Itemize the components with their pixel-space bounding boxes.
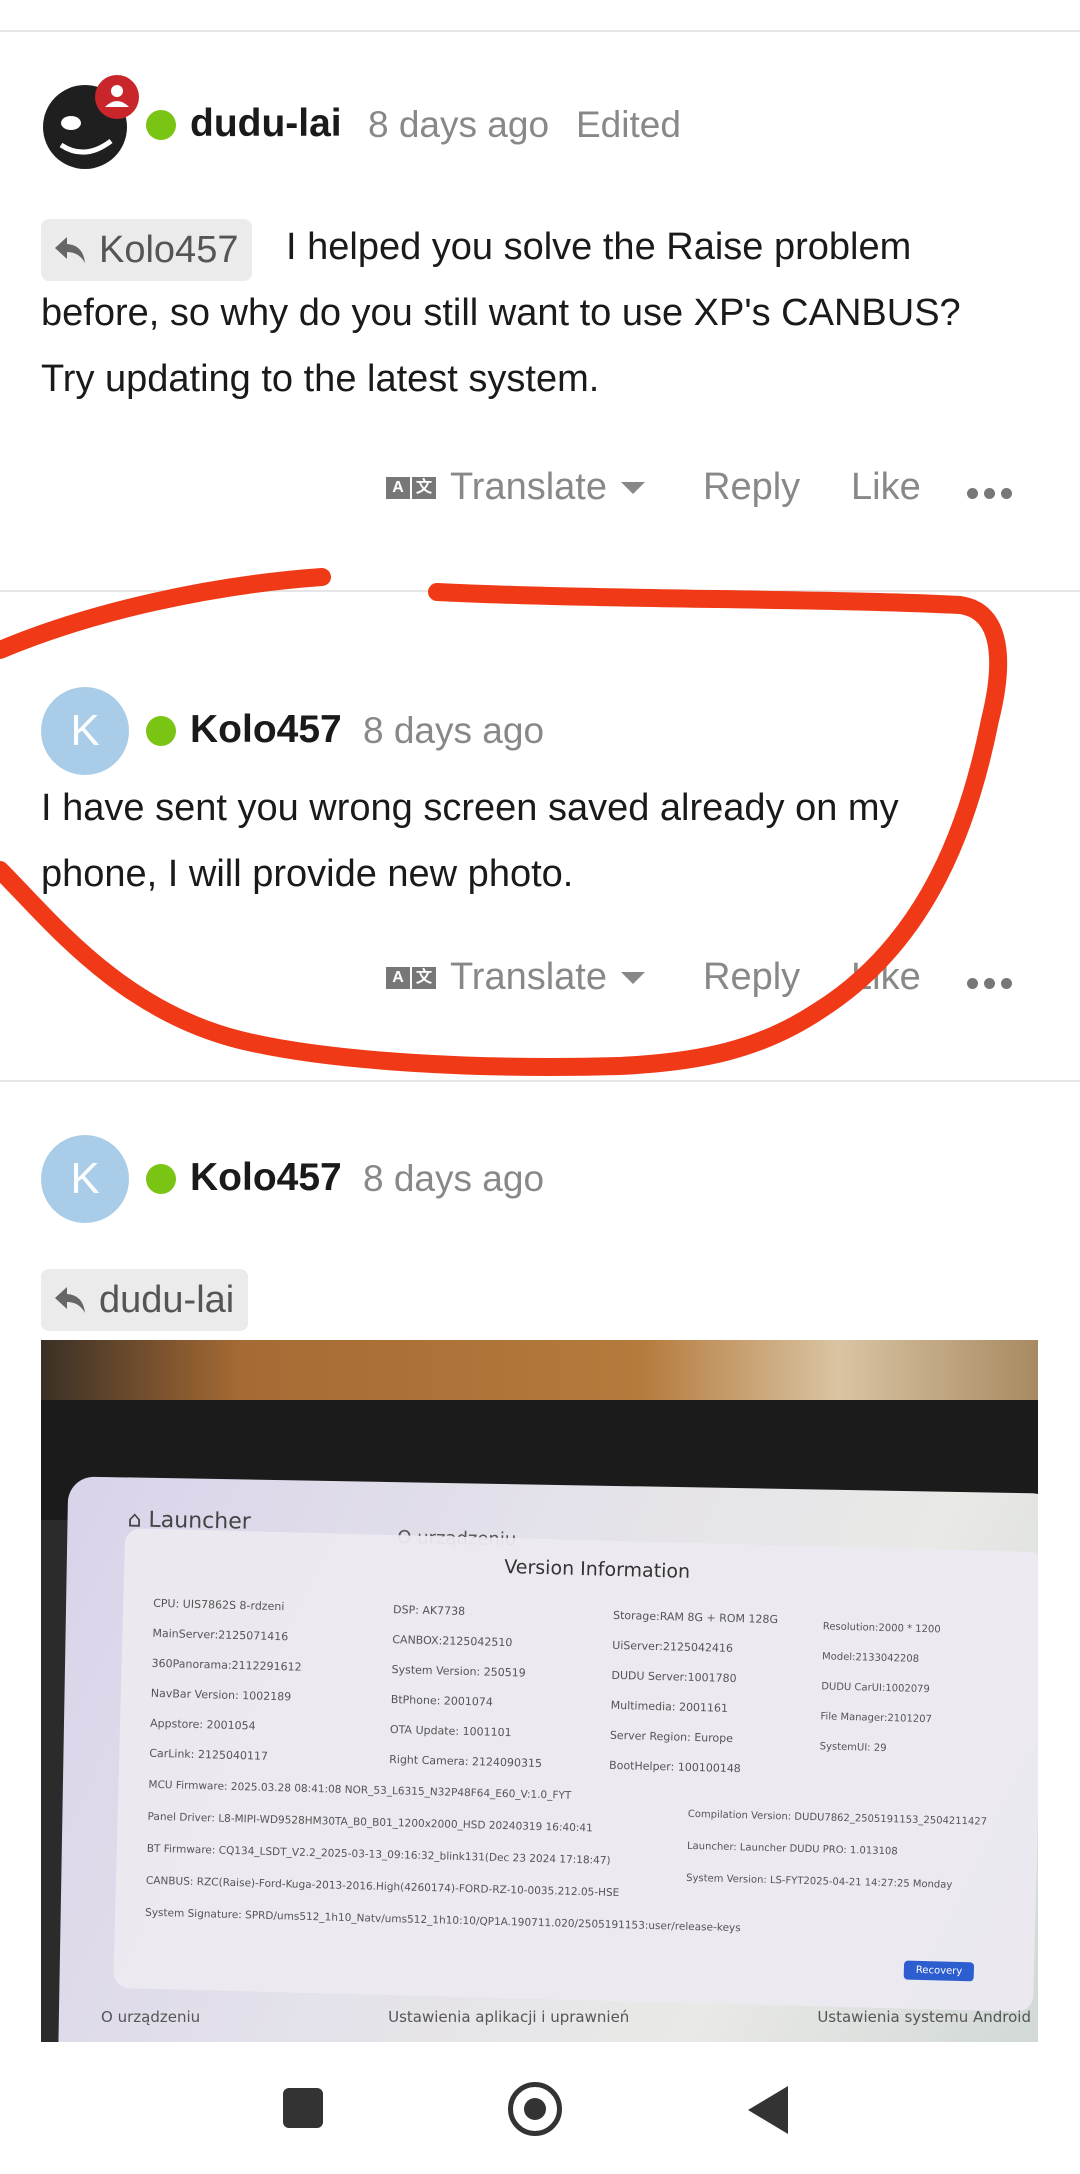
more-options-icon[interactable] [967,488,1012,499]
more-options-icon[interactable] [967,978,1012,989]
translate-icon: A文 [386,476,436,499]
comment-line: Try updating to the latest system. [41,358,600,400]
info-column: DSP: AK7738 CANBOX:2125042510 System Versi… [389,1603,543,1771]
post-time: 8 days ago [368,104,550,145]
comment-actions: A文 Translate Reply Like [0,458,1080,518]
info-column: Resolution:2000 * 1200 Model:2133042208 DU… [819,1621,941,1755]
translate-label: Translate [450,956,607,998]
comment-text: I have sent you wrong screen saved alrea… [41,775,1041,907]
chevron-down-icon [621,971,645,984]
home-icon[interactable] [508,2082,562,2136]
username[interactable]: Kolo457 [190,708,342,752]
comment-dudu-lai: dudu-lai 8 days ago Edited Kolo457 I hel… [0,0,1080,590]
reply-arrow-icon [55,1287,85,1313]
like-button[interactable]: Like [851,956,921,999]
translate-icon: A文 [386,966,436,989]
version-dialog: Version Information CPU: UIS7862S 8-rdze… [113,1528,1038,2012]
translate-button[interactable]: A文 Translate [386,466,645,509]
comment-line: phone, I will provide new photo. [41,853,574,895]
post-time: 8 days ago [363,1158,545,1199]
version-lines: Compilation Version: DUDU7862_2505191153… [686,1808,988,1891]
post-time: 8 days ago [363,710,545,751]
avatar[interactable]: K [41,687,129,775]
comment-text: I helped you solve the Raise problem bef… [41,214,1041,412]
online-status-icon [146,110,176,140]
comment-kolo457: K Kolo457 8 days ago I have sent you wro… [0,590,1080,1080]
firmware-lines: MCU Firmware: 2025.03.28 08:41:08 NOR_53… [144,1778,741,1935]
info-column: CPU: UIS7862S 8-rdzeni MainServer:2125071… [149,1596,302,1763]
recovery-button: Recovery [903,1960,975,1982]
reply-button[interactable]: Reply [703,466,800,509]
quote-reference[interactable]: dudu-lai [41,1269,249,1331]
dialog-title: Version Information [504,1555,691,1583]
username[interactable]: Kolo457 [190,1156,342,1200]
screen-bottom-menu: O urządzeniu Ustawienia aplikacji i upra… [101,2008,1031,2026]
comment-actions: A文 Translate Reply Like [0,948,1080,1008]
recents-icon[interactable] [283,2088,323,2128]
online-status-icon [146,716,176,746]
attached-photo[interactable]: ⌂ Launcher O urządzeniu Version Informat… [41,1340,1038,2042]
translate-label: Translate [450,466,607,508]
back-icon[interactable] [748,2086,788,2134]
system-nav-bar [0,2042,1080,2174]
comment-line: before, so why do you still want to use … [41,292,961,334]
info-column: Storage:RAM 8G + ROM 128G UiServer:212504… [608,1608,779,1776]
edited-label: Edited [576,104,681,145]
translate-button[interactable]: A文 Translate [386,956,645,999]
quote-username: dudu-lai [99,1278,235,1321]
username[interactable]: dudu-lai [190,102,342,146]
online-status-icon [146,1164,176,1194]
chevron-down-icon [621,481,645,494]
reply-button[interactable]: Reply [703,956,800,999]
avatar[interactable] [41,75,141,175]
avatar[interactable]: K [41,1135,129,1223]
comment-line: I have sent you wrong screen saved alrea… [41,787,899,829]
comment-line: I helped you solve the Raise problem [286,226,912,268]
like-button[interactable]: Like [851,466,921,509]
